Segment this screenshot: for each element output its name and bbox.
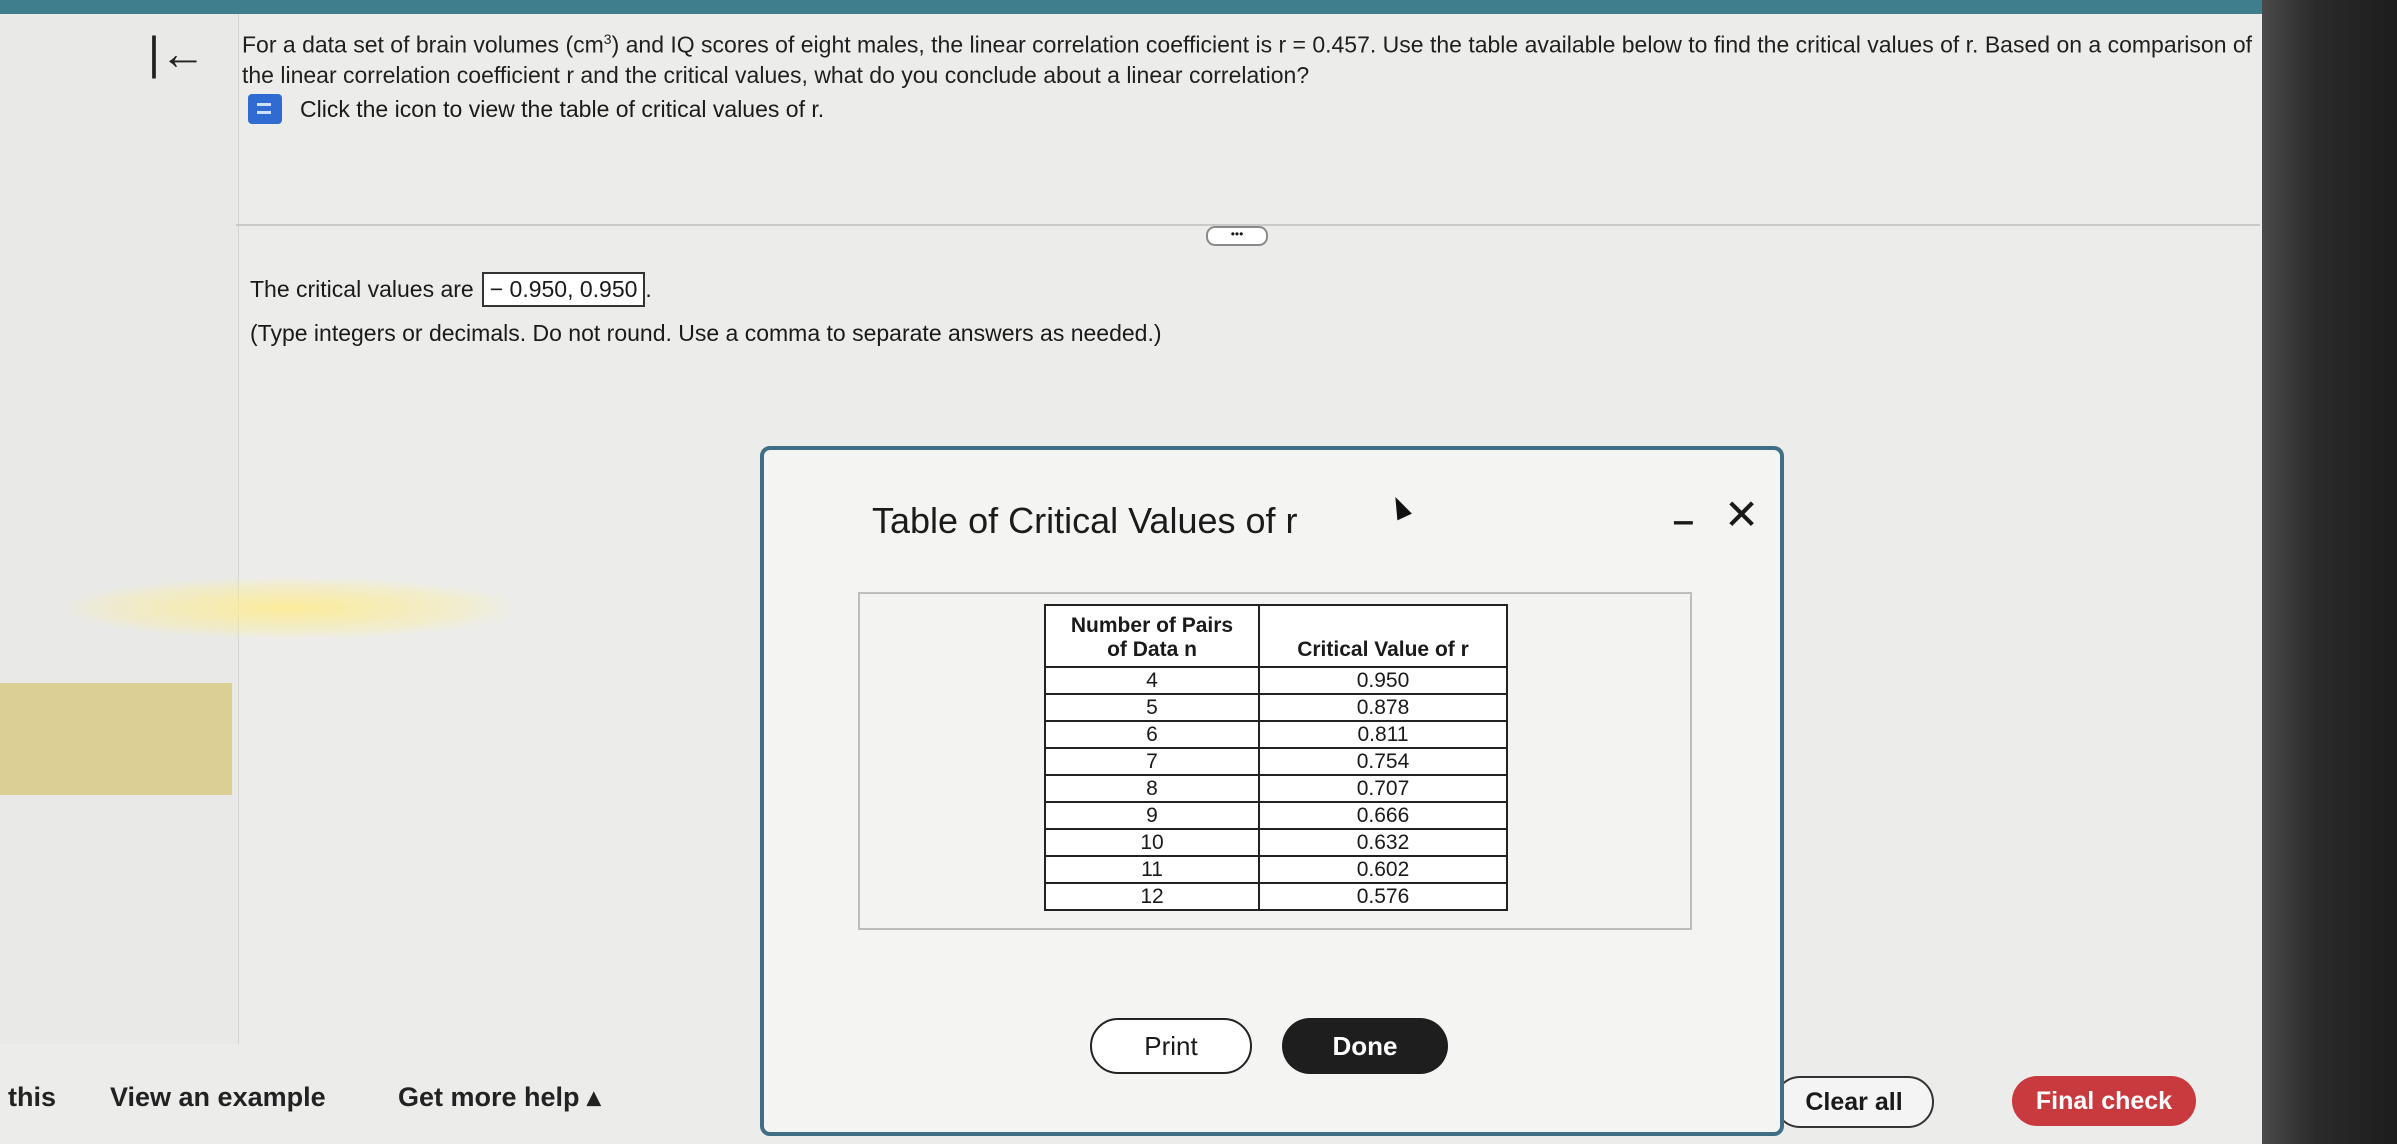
hint-text: Click the icon to view the table of crit… xyxy=(300,95,825,122)
answer-prefix: The critical values are xyxy=(250,276,474,302)
question-part1: For a data set of brain volumes (cm xyxy=(242,31,604,58)
header-pairs-line2: of Data n xyxy=(1107,638,1197,661)
table-header-row: Number of Pairs of Data n Critical Value… xyxy=(1044,604,1508,668)
final-check-button[interactable]: Final check xyxy=(2012,1076,2196,1126)
n-cell: 8 xyxy=(1044,774,1260,803)
close-icon[interactable]: ✕ xyxy=(1724,490,1759,539)
answer-instruction: (Type integers or decimals. Do not round… xyxy=(250,320,1162,346)
n-cell: 11 xyxy=(1044,855,1260,884)
n-cell: 10 xyxy=(1044,828,1260,857)
r-cell: 0.576 xyxy=(1258,882,1508,911)
question-superscript: 3 xyxy=(603,31,612,47)
table-row: 12 0.576 xyxy=(1044,882,1508,911)
left-highlight xyxy=(0,683,232,795)
n-cell: 5 xyxy=(1044,693,1260,722)
screen-glare xyxy=(70,578,510,638)
header-pairs: Number of Pairs of Data n xyxy=(1044,604,1260,668)
answer-suffix: . xyxy=(645,276,652,302)
header-pairs-line1: Number of Pairs xyxy=(1070,614,1234,637)
clear-all-button[interactable]: Clear all xyxy=(1774,1076,1934,1128)
right-edge xyxy=(2262,0,2397,1144)
r-cell: 0.632 xyxy=(1258,828,1508,857)
table-row: 9 0.666 xyxy=(1044,801,1508,830)
mouse-cursor-icon xyxy=(1388,493,1412,521)
view-example-link[interactable]: View an example xyxy=(110,1082,326,1113)
critical-values-table: Number of Pairs of Data n Critical Value… xyxy=(1044,604,1508,911)
partial-link[interactable]: this xyxy=(8,1082,56,1113)
print-button[interactable]: Print xyxy=(1090,1018,1252,1074)
table-row: 5 0.878 xyxy=(1044,693,1508,722)
n-cell: 9 xyxy=(1044,801,1260,830)
r-cell: 0.878 xyxy=(1258,693,1508,722)
table-row: 8 0.707 xyxy=(1044,774,1508,803)
critical-values-dialog: Table of Critical Values of r ‒ ✕ Number… xyxy=(760,446,1784,1136)
table-frame: Number of Pairs of Data n Critical Value… xyxy=(858,592,1692,930)
n-cell: 7 xyxy=(1044,747,1260,776)
table-row: 11 0.602 xyxy=(1044,855,1508,884)
r-cell: 0.602 xyxy=(1258,855,1508,884)
minimize-icon[interactable]: ‒ xyxy=(1674,502,1693,541)
table-row: 4 0.950 xyxy=(1044,666,1508,695)
top-bar xyxy=(0,0,2397,14)
dialog-title: Table of Critical Values of r xyxy=(872,500,1298,541)
header-critical-value: Critical Value of r xyxy=(1258,604,1508,668)
r-cell: 0.950 xyxy=(1258,666,1508,695)
table-row: 6 0.811 xyxy=(1044,720,1508,749)
hint-row: Click the icon to view the table of crit… xyxy=(248,92,824,126)
left-panel xyxy=(0,14,239,1044)
table-row: 7 0.754 xyxy=(1044,747,1508,776)
n-cell: 6 xyxy=(1044,720,1260,749)
done-button[interactable]: Done xyxy=(1282,1018,1448,1074)
back-icon[interactable]: |← xyxy=(148,30,206,76)
r-cell: 0.666 xyxy=(1258,801,1508,830)
answer-line: The critical values are − 0.950, 0.950 . xyxy=(250,272,652,307)
question-text: For a data set of brain volumes (cm3) an… xyxy=(242,24,2262,90)
table-row: 10 0.632 xyxy=(1044,828,1508,857)
critical-values-input[interactable]: − 0.950, 0.950 xyxy=(481,272,646,307)
n-cell: 12 xyxy=(1044,882,1260,911)
r-cell: 0.707 xyxy=(1258,774,1508,803)
more-button[interactable]: ••• xyxy=(1206,226,1268,246)
n-cell: 4 xyxy=(1044,666,1260,695)
table-book-icon[interactable] xyxy=(248,94,282,124)
r-cell: 0.754 xyxy=(1258,747,1508,776)
r-cell: 0.811 xyxy=(1258,720,1508,749)
get-more-help-link[interactable]: Get more help ▴ xyxy=(398,1082,601,1113)
